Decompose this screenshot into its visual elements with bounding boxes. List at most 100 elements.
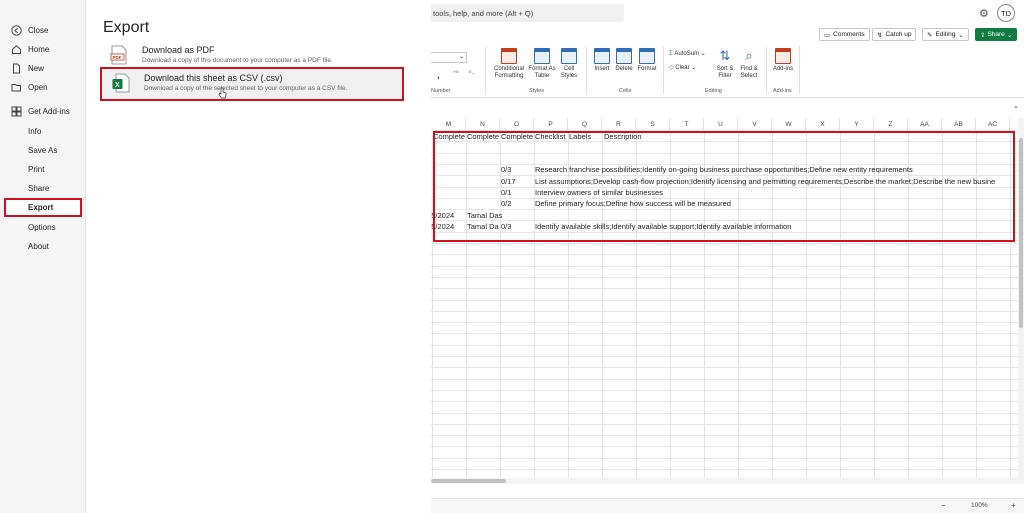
gear-icon[interactable]: ⚙ xyxy=(979,7,989,20)
increase-decimal-icon[interactable]: ⁺⁰ xyxy=(453,70,459,77)
decrease-decimal-icon[interactable]: ⁰₋ xyxy=(469,70,475,77)
export-panel: Export PDF Download as PDF Download a co… xyxy=(87,0,431,513)
catch-up-label: Catch up xyxy=(885,31,912,38)
share-label: Share xyxy=(987,31,1005,38)
editing-mode-button[interactable]: ✎ Editing ⌄ xyxy=(922,28,969,41)
nav-options[interactable]: Options xyxy=(4,219,82,236)
page-title: Export xyxy=(103,19,150,36)
highlight-box xyxy=(433,131,1015,242)
button-label: Format xyxy=(637,66,657,72)
row-gridline xyxy=(431,344,1018,346)
nav-label: Print xyxy=(28,165,45,174)
nav-new[interactable]: New xyxy=(4,60,82,77)
button-label: Add-ins xyxy=(772,66,794,72)
nav-about[interactable]: About xyxy=(4,238,82,255)
column-header[interactable]: AA xyxy=(908,118,942,130)
ribbon-divider xyxy=(586,46,587,94)
share-button[interactable]: ⇪ Share ⌄ xyxy=(975,28,1018,41)
zoom-out-button[interactable]: − xyxy=(941,501,946,510)
row-gridline xyxy=(431,288,1018,290)
catch-up-button[interactable]: ↯ Catch up xyxy=(872,28,917,41)
conditional-formatting-button[interactable]: Conditional Formatting xyxy=(491,48,527,80)
column-header[interactable]: Y xyxy=(840,118,874,130)
ribbon-collapse-icon[interactable]: ⌄ xyxy=(1013,102,1019,110)
spreadsheet-grid[interactable]: M N O P Q R S T U V W X Y Z AA AB AC Complete Complete Comp… xyxy=(431,118,1018,478)
nav-home[interactable]: Home xyxy=(4,41,82,58)
column-header[interactable]: AC xyxy=(976,118,1010,130)
sort-filter-button[interactable]: ⇅ Sort & Filter xyxy=(713,48,737,80)
number-format-dropdown[interactable]: ⌄ xyxy=(431,52,467,63)
nav-info[interactable]: Info xyxy=(4,123,82,140)
button-label: Find & Select xyxy=(740,66,758,79)
nav-export[interactable]: Export xyxy=(4,198,82,217)
add-ins-button[interactable]: Add-ins xyxy=(769,48,797,73)
column-header[interactable]: T xyxy=(670,118,704,130)
editing-label: Editing xyxy=(935,31,956,38)
format-table-icon xyxy=(534,48,550,64)
pencil-icon: ✎ xyxy=(927,31,933,39)
format-as-table-button[interactable]: Format As Table xyxy=(528,48,556,80)
nav-label: Open xyxy=(28,83,48,92)
ribbon-divider xyxy=(663,46,664,94)
column-header[interactable]: P xyxy=(534,118,568,130)
nav-close[interactable]: Close xyxy=(4,22,82,39)
delete-button[interactable]: Delete xyxy=(613,48,635,73)
column-header[interactable]: O xyxy=(500,118,534,130)
zoom-in-button[interactable]: + xyxy=(1011,501,1016,510)
row-gridline xyxy=(431,412,1018,414)
column-header[interactable]: W xyxy=(772,118,806,130)
conditional-formatting-icon xyxy=(501,48,517,64)
nav-label: Share xyxy=(28,184,50,193)
nav-label: Get Add-ins xyxy=(28,107,70,116)
download-csv-option[interactable]: X Download this sheet as CSV (.csv) Down… xyxy=(100,67,404,101)
find-select-button[interactable]: ⌕ Find & Select xyxy=(737,48,761,80)
avatar[interactable]: TD xyxy=(997,4,1015,22)
ribbon-divider xyxy=(485,46,486,94)
comments-button[interactable]: ▭ Comments xyxy=(819,28,870,41)
column-header[interactable]: U xyxy=(704,118,738,130)
search-placeholder: tools, help, and more (Alt + Q) xyxy=(433,8,534,18)
comma-style-icon[interactable]: , xyxy=(437,70,440,80)
scroll-thumb[interactable] xyxy=(1019,138,1023,328)
backstage-nav: Close Home New Open Get Add-ins Info Sav… xyxy=(0,0,86,513)
row-gridline xyxy=(431,254,1018,256)
column-header[interactable]: V xyxy=(738,118,772,130)
vertical-scrollbar[interactable] xyxy=(1018,118,1024,478)
format-cells-icon xyxy=(639,48,655,64)
button-label: Cell Styles xyxy=(560,66,578,79)
column-header[interactable]: X xyxy=(806,118,840,130)
button-label: Conditional Formatting xyxy=(493,66,525,79)
cell-styles-button[interactable]: Cell Styles xyxy=(557,48,581,80)
row-gridline xyxy=(431,457,1018,459)
column-header[interactable]: Z xyxy=(874,118,908,130)
nav-label: About xyxy=(28,242,49,251)
nav-get-addins[interactable]: Get Add-ins xyxy=(4,103,82,120)
search-input[interactable]: tools, help, and more (Alt + Q) xyxy=(431,4,624,22)
button-label: Delete xyxy=(615,66,633,72)
format-button[interactable]: Format xyxy=(635,48,659,73)
nav-save-as[interactable]: Save As xyxy=(4,142,82,159)
clear-button[interactable]: ◇ Clear ⌄ xyxy=(669,64,696,71)
column-header[interactable]: S xyxy=(636,118,670,130)
add-ins-icon xyxy=(775,48,791,64)
column-header[interactable]: AB xyxy=(942,118,976,130)
column-header[interactable]: M xyxy=(432,118,466,130)
column-header[interactable]: Q xyxy=(568,118,602,130)
insert-button[interactable]: Insert xyxy=(591,48,613,73)
nav-label: Close xyxy=(28,26,49,35)
nav-share[interactable]: Share xyxy=(4,180,82,197)
autosum-button[interactable]: Σ AutoSum ⌄ xyxy=(669,50,706,57)
zoom-level[interactable]: 100% xyxy=(971,502,988,509)
scroll-thumb[interactable] xyxy=(431,479,506,483)
nav-print[interactable]: Print xyxy=(4,161,82,178)
button-label: Insert xyxy=(594,66,610,72)
column-header[interactable]: N xyxy=(466,118,500,130)
nav-label: Save As xyxy=(28,146,58,155)
row-gridline xyxy=(431,435,1018,437)
horizontal-scrollbar[interactable] xyxy=(431,478,1024,484)
nav-label: New xyxy=(28,64,45,73)
row-gridline xyxy=(431,469,1018,470)
column-header[interactable]: R xyxy=(602,118,636,130)
nav-open[interactable]: Open xyxy=(4,79,82,96)
comments-label: Comments xyxy=(833,31,865,38)
